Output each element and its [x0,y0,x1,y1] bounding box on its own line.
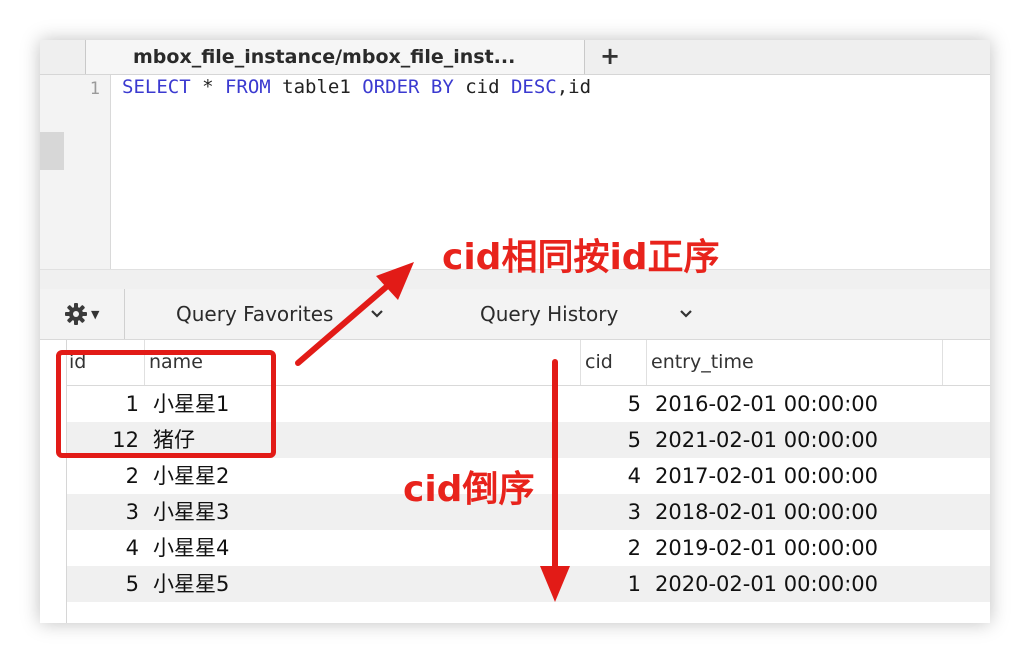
arrow-down [540,359,570,602]
arrow-up-right [295,262,414,366]
annotation-arrows [295,262,570,602]
